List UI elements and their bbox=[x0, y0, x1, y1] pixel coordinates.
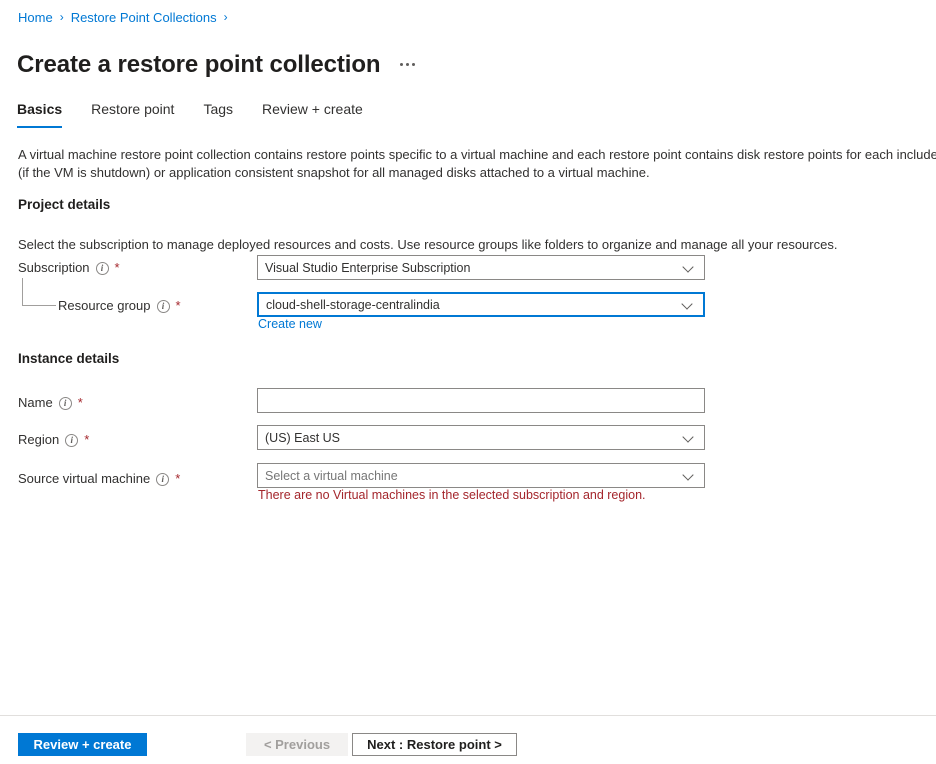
section-heading-project-details: Project details bbox=[18, 197, 110, 212]
review-create-button[interactable]: Review + create bbox=[18, 733, 147, 756]
breadcrumb: Home › Restore Point Collections › bbox=[18, 9, 228, 26]
intro-line-1: A virtual machine restore point collecti… bbox=[18, 146, 930, 164]
source-virtual-machine-dropdown[interactable]: Select a virtual machine bbox=[257, 463, 705, 488]
source-virtual-machine-placeholder: Select a virtual machine bbox=[265, 469, 684, 483]
wizard-tabs: Basics Restore point Tags Review + creat… bbox=[17, 100, 392, 128]
required-asterisk: * bbox=[175, 474, 180, 484]
tab-tags[interactable]: Tags bbox=[203, 100, 248, 128]
label-subscription-text: Subscription bbox=[18, 259, 90, 277]
dot bbox=[406, 63, 409, 66]
previous-button: < Previous bbox=[246, 733, 348, 756]
info-icon[interactable]: i bbox=[156, 473, 169, 486]
source-virtual-machine-validation-message: There are no Virtual machines in the sel… bbox=[258, 488, 646, 502]
footer-divider bbox=[0, 715, 936, 716]
page-title: Create a restore point collection bbox=[17, 50, 380, 80]
chevron-down-icon bbox=[683, 299, 694, 310]
dot bbox=[400, 63, 403, 66]
label-source-virtual-machine: Source virtual machine i * bbox=[18, 470, 180, 488]
subscription-dropdown[interactable]: Visual Studio Enterprise Subscription bbox=[257, 255, 705, 280]
tab-restore-point[interactable]: Restore point bbox=[91, 100, 189, 128]
label-name: Name i * bbox=[18, 394, 83, 412]
intro-paragraph: A virtual machine restore point collecti… bbox=[18, 146, 930, 182]
label-resource-group-text: Resource group bbox=[58, 297, 151, 315]
region-value: (US) East US bbox=[265, 431, 684, 445]
name-input[interactable] bbox=[257, 388, 705, 413]
project-details-description: Select the subscription to manage deploy… bbox=[18, 236, 837, 254]
resource-group-value: cloud-shell-storage-centralindia bbox=[266, 298, 683, 312]
intro-line-2: (if the VM is shutdown) or application c… bbox=[18, 164, 930, 182]
label-name-text: Name bbox=[18, 394, 53, 412]
label-subscription: Subscription i * bbox=[18, 259, 120, 277]
tab-basics[interactable]: Basics bbox=[17, 100, 77, 128]
info-icon[interactable]: i bbox=[59, 397, 72, 410]
breadcrumb-separator-icon: › bbox=[60, 9, 64, 26]
label-source-vm-text: Source virtual machine bbox=[18, 470, 150, 488]
required-asterisk: * bbox=[176, 301, 181, 311]
info-icon[interactable]: i bbox=[65, 434, 78, 447]
create-restore-point-collection-page: Home › Restore Point Collections › Creat… bbox=[0, 0, 936, 764]
chevron-down-icon bbox=[684, 432, 695, 443]
info-icon[interactable]: i bbox=[96, 262, 109, 275]
breadcrumb-item-home[interactable]: Home bbox=[18, 9, 53, 26]
section-heading-instance-details: Instance details bbox=[18, 351, 119, 366]
resource-group-tree-connector bbox=[22, 278, 56, 306]
breadcrumb-item-restore-point-collections[interactable]: Restore Point Collections bbox=[71, 9, 217, 26]
region-dropdown[interactable]: (US) East US bbox=[257, 425, 705, 450]
label-region: Region i * bbox=[18, 431, 89, 449]
subscription-value: Visual Studio Enterprise Subscription bbox=[265, 261, 684, 275]
dot bbox=[412, 63, 415, 66]
title-row: Create a restore point collection bbox=[17, 34, 419, 96]
info-icon[interactable]: i bbox=[157, 300, 170, 313]
chevron-down-icon bbox=[684, 262, 695, 273]
required-asterisk: * bbox=[84, 435, 89, 445]
tab-review-create[interactable]: Review + create bbox=[262, 100, 378, 128]
next-restore-point-button[interactable]: Next : Restore point > bbox=[352, 733, 517, 756]
required-asterisk: * bbox=[115, 263, 120, 273]
resource-group-dropdown[interactable]: cloud-shell-storage-centralindia bbox=[257, 292, 705, 317]
label-region-text: Region bbox=[18, 431, 59, 449]
label-resource-group: Resource group i * bbox=[58, 297, 181, 315]
required-asterisk: * bbox=[78, 398, 83, 408]
chevron-down-icon bbox=[684, 470, 695, 481]
more-options-icon[interactable] bbox=[396, 57, 419, 74]
breadcrumb-separator-icon: › bbox=[224, 9, 228, 26]
create-new-resource-group-link[interactable]: Create new bbox=[258, 317, 322, 331]
